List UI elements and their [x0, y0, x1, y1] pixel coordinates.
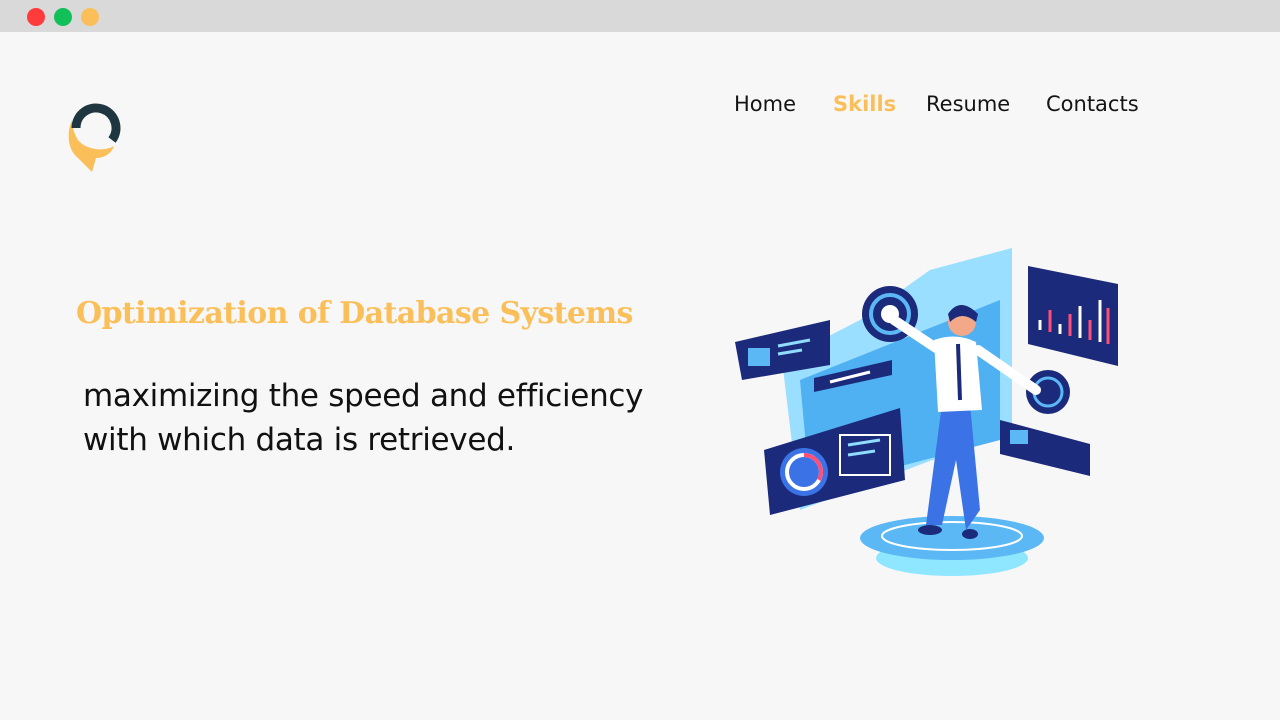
nav-item-skills[interactable]: Skills	[833, 90, 896, 118]
nav-item-home[interactable]: Home	[734, 90, 796, 118]
data-dashboard-illustration	[730, 240, 1150, 585]
window-titlebar	[0, 0, 1280, 32]
main-nav: Home Skills Resume Contacts	[0, 90, 1280, 118]
hero-description-line: maximizing the speed and efficiency	[83, 378, 644, 414]
nav-item-resume[interactable]: Resume	[926, 90, 1010, 118]
hero-description-line: with which data is retrieved.	[83, 422, 516, 458]
nav-item-contacts[interactable]: Contacts	[1046, 90, 1139, 118]
hero-description: maximizing the speed and efficiency with…	[83, 374, 683, 462]
window-minimize-button[interactable]	[54, 8, 72, 26]
page-title: Optimization of Database Systems	[76, 296, 633, 331]
window-maximize-button[interactable]	[81, 8, 99, 26]
window-close-button[interactable]	[27, 8, 45, 26]
